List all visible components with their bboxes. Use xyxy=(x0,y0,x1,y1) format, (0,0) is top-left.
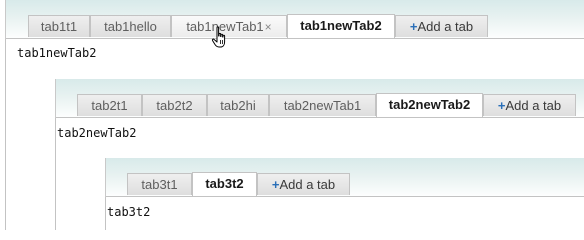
tab-tab3t1[interactable]: tab3t1 xyxy=(127,173,192,195)
tab-bar-level-3: tab3t1 tab3t2 +Add a tab xyxy=(105,158,584,198)
tab-label: tab2t2 xyxy=(156,98,193,113)
add-tab-button[interactable]: +Add a tab xyxy=(395,15,488,37)
tab-label: tab2newTab1 xyxy=(283,98,362,113)
tab-tab2hi[interactable]: tab2hi xyxy=(207,94,269,116)
tab-panel-level-1: tab1newTab2 tab2t1 tab2t2 tab2hi tab2new… xyxy=(5,39,584,230)
add-tab-label: Add a tab xyxy=(417,19,474,34)
tab-bar-level-2: tab2t1 tab2t2 tab2hi tab2newTab1 tab2new… xyxy=(55,79,584,119)
tab-tab2t1[interactable]: tab2t1 xyxy=(77,94,142,116)
tab-content-text: tab2newTab2 xyxy=(57,126,137,140)
tab-label: tab2hi xyxy=(220,98,256,113)
tab-label: tab2newTab2 xyxy=(388,97,471,112)
tab-content-text: tab1newTab2 xyxy=(17,46,97,60)
tabset-level-3: tab3t1 tab3t2 +Add a tab tab3t2 xyxy=(105,158,584,230)
tab-label: tab1newTab2 xyxy=(300,18,382,33)
add-tab-label: Add a tab xyxy=(505,98,562,113)
tab-label: tab1t1 xyxy=(40,19,78,34)
tab-content-text: tab3t2 xyxy=(107,205,151,219)
tab-tab3t2[interactable]: tab3t2 xyxy=(192,172,257,196)
tab-tab1hello[interactable]: tab1hello xyxy=(90,15,171,37)
tab-tab2t2[interactable]: tab2t2 xyxy=(142,94,207,116)
tab-tab1t1[interactable]: tab1t1 xyxy=(28,15,90,37)
add-tab-button[interactable]: +Add a tab xyxy=(257,173,350,195)
tab-bar-level-1: tab1t1 tab1hello tab1newTab1× tab1newTab… xyxy=(5,0,584,40)
tab-label: tab3t1 xyxy=(141,177,178,192)
tab-panel-level-2: tab2newTab2 tab3t1 tab3t2 +Add a tab tab… xyxy=(55,118,584,230)
hand-pointer-icon xyxy=(211,26,226,48)
tabset-level-1: tab1t1 tab1hello tab1newTab1× tab1newTab… xyxy=(5,0,584,230)
tab-tab2newTab1[interactable]: tab2newTab1 xyxy=(269,94,376,116)
tab-tab2newTab2[interactable]: tab2newTab2 xyxy=(376,93,483,117)
tabset-level-2: tab2t1 tab2t2 tab2hi tab2newTab1 tab2new… xyxy=(55,79,584,230)
tab-tab1newTab2[interactable]: tab1newTab2 xyxy=(287,14,395,38)
close-icon[interactable]: × xyxy=(265,20,272,34)
add-tab-button[interactable]: +Add a tab xyxy=(483,94,576,116)
tab-label: tab1hello xyxy=(104,19,157,34)
tab-panel-level-3: tab3t2 xyxy=(105,197,584,230)
tab-label: tab2t1 xyxy=(91,98,128,113)
tab-label: tab3t2 xyxy=(205,176,244,191)
add-tab-label: Add a tab xyxy=(279,177,336,192)
